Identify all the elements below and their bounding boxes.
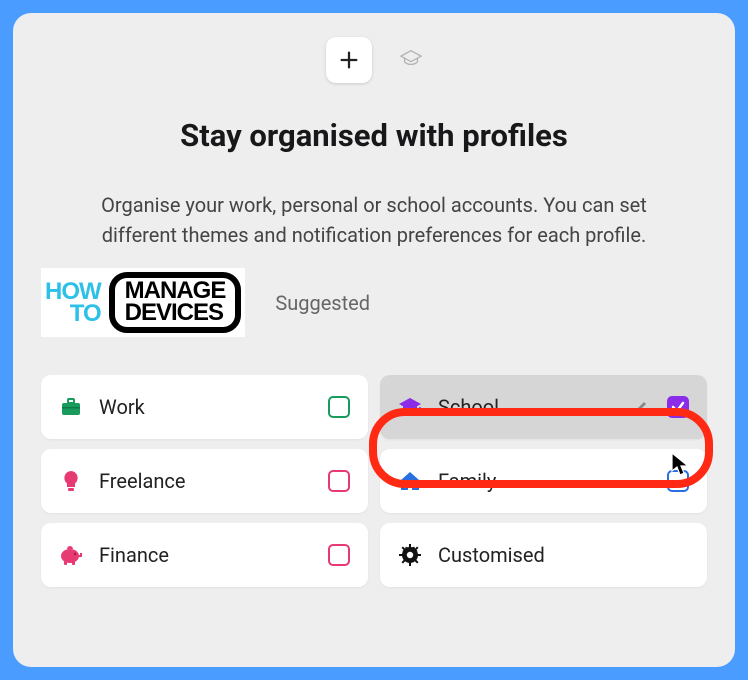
profile-checkbox[interactable]: [328, 396, 350, 418]
profile-tile-school[interactable]: School: [380, 375, 707, 439]
suggested-header-row: HOW TO MANAGE DEVICES Suggested: [41, 268, 707, 337]
gear-icon: [398, 543, 422, 567]
pencil-icon[interactable]: [633, 399, 649, 415]
profile-tile-label: Work: [99, 395, 328, 419]
school-profile-indicator-icon: [400, 49, 422, 71]
plus-icon: [338, 49, 360, 71]
watermark-right: MANAGE DEVICES: [109, 272, 242, 333]
profile-tile-label: Freelance: [99, 469, 328, 493]
profiles-setup-panel: Stay organised with profiles Organise yo…: [13, 13, 735, 667]
profile-tile-label: Finance: [99, 543, 328, 567]
profile-tile-customised[interactable]: Customised: [380, 523, 707, 587]
top-icon-row: [41, 37, 707, 83]
suggested-label: Suggested: [275, 291, 370, 315]
briefcase-icon: [59, 395, 83, 419]
page-title: Stay organised with profiles: [41, 117, 707, 154]
lightbulb-icon: [59, 469, 83, 493]
house-icon: [398, 469, 422, 493]
piggy-bank-icon: [59, 543, 83, 567]
profile-tile-family[interactable]: Family: [380, 449, 707, 513]
profile-tiles-grid: Work School Freelance: [41, 375, 707, 587]
profile-tile-label: School: [438, 395, 633, 419]
graduation-cap-icon: [398, 395, 422, 419]
profile-checkbox[interactable]: [328, 470, 350, 492]
page-subtitle: Organise your work, personal or school a…: [41, 190, 707, 250]
profile-tile-label: Customised: [438, 543, 689, 567]
profile-tile-finance[interactable]: Finance: [41, 523, 368, 587]
watermark-left: HOW TO: [45, 281, 101, 324]
profile-checkbox[interactable]: [667, 470, 689, 492]
add-profile-button[interactable]: [326, 37, 372, 83]
profile-tile-freelance[interactable]: Freelance: [41, 449, 368, 513]
watermark-logo: HOW TO MANAGE DEVICES: [41, 268, 245, 337]
profile-tile-label: Family: [438, 469, 667, 493]
profile-checkbox[interactable]: [328, 544, 350, 566]
profile-checkbox-checked[interactable]: [667, 396, 689, 418]
profile-tile-work[interactable]: Work: [41, 375, 368, 439]
